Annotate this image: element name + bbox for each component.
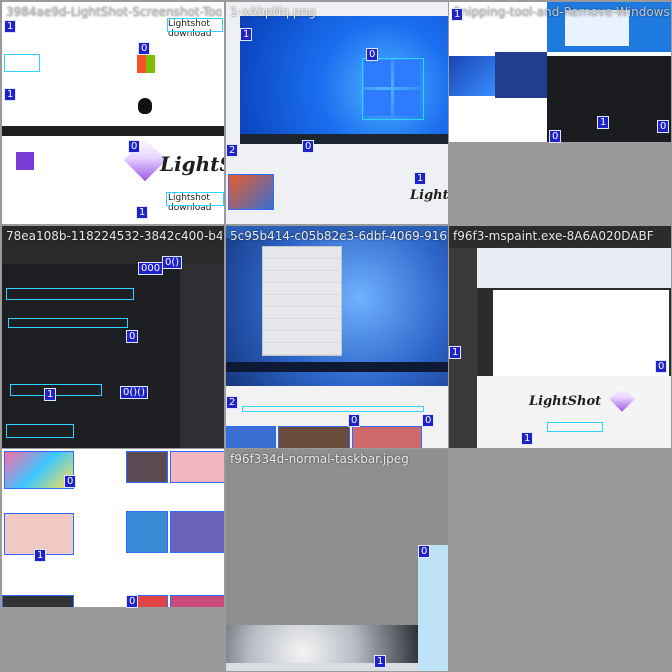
tile-title: Snipping-tool-and-Remove-Windows-1 — [453, 5, 669, 19]
thumbnail-image — [126, 511, 168, 553]
tile-context-menu: 5c95b414-c05b82e3-6dbf-4069-9160-4384 2 … — [226, 226, 448, 448]
bbox — [166, 192, 224, 206]
element-index-badge: 0 — [655, 360, 668, 373]
element-index-badge: 000 — [138, 262, 164, 275]
element-index-badge: 0 — [64, 475, 77, 488]
element-index-badge: 0 — [126, 330, 139, 343]
taskbar — [226, 663, 418, 671]
lightshot-brand: LightShot — [160, 152, 224, 176]
element-index-badge: 1 — [449, 346, 462, 359]
element-index-badge: 1 — [4, 20, 17, 33]
element-index-badge: 1 — [240, 28, 253, 41]
bbox — [362, 58, 424, 120]
bbox — [547, 422, 603, 432]
element-index-badge: 0 — [366, 48, 379, 61]
dark-app-window — [547, 56, 671, 142]
tile-title: 78ea108b-118224532-3842c400-b438-1 — [6, 229, 222, 243]
element-index-badge: 1 — [4, 88, 17, 101]
gray-area — [2, 607, 224, 671]
element-index-badge: 0 — [138, 42, 151, 55]
element-index-badge: 1 — [374, 655, 387, 668]
tile-lightshot: 3984ae9d-LightShot-Screenshot-Tool-Downl… — [2, 2, 224, 224]
bbox — [4, 54, 40, 72]
tile-title: f96f334d-normal-taskbar.jpeg — [230, 452, 409, 466]
tile-snipping-tool: Snipping-tool-and-Remove-Windows-1 1 0 1… — [449, 2, 671, 224]
element-index-badge: 0 — [657, 120, 670, 133]
tile-title: 5c95b414-c05b82e3-6dbf-4069-9160-4384 — [230, 229, 446, 243]
thumbnail-image — [126, 451, 168, 483]
thumbnail-image — [352, 426, 422, 448]
element-index-badge: 0 — [126, 595, 139, 608]
apple-logo-icon — [138, 98, 152, 114]
element-index-badge: 1 — [44, 388, 57, 401]
gray-area — [449, 142, 671, 224]
tile-empty — [449, 449, 671, 671]
canvas[interactable] — [493, 290, 669, 376]
element-index-badge: 0 — [302, 140, 315, 153]
context-menu[interactable] — [262, 246, 342, 356]
side-strip — [418, 545, 448, 671]
element-index-badge: 0 — [549, 130, 562, 143]
right-panel — [180, 264, 224, 448]
bbox — [6, 288, 134, 300]
windows-logo-icon — [136, 54, 156, 74]
element-index-badge: 1 — [597, 116, 610, 129]
settings-panel — [449, 56, 495, 96]
taskbar — [240, 134, 448, 144]
element-index-badge: 1 — [521, 432, 534, 445]
element-index-badge: 1 — [451, 8, 464, 21]
bbox — [6, 424, 74, 438]
bbox — [242, 406, 424, 412]
tile-title: 1-xAbpNq.png — [230, 5, 316, 19]
thumbnail-image — [170, 511, 224, 553]
element-index-badge: 0() — [162, 256, 183, 269]
tile-image-grid: 0 1 0 — [2, 449, 224, 671]
element-index-badge: 2 — [226, 144, 239, 157]
element-index-badge: 1 — [34, 549, 47, 562]
bbox — [8, 318, 128, 328]
canvas-bottom — [477, 376, 671, 448]
lightshot-brand: LightShot — [529, 394, 602, 409]
tile-taskbar: f96f334d-normal-taskbar.jpeg 1 0 — [226, 449, 448, 671]
tile-title: f96f3-mspaint.exe-8A6A020DABF — [453, 229, 654, 243]
taskbar — [226, 362, 448, 372]
element-index-badge: 0 — [348, 414, 361, 427]
purple-app-icon — [16, 152, 34, 170]
element-index-badge: 0 — [418, 545, 431, 558]
thumbnail-image — [170, 451, 224, 483]
ribbon — [477, 248, 671, 288]
element-index-badge: 0 — [422, 414, 435, 427]
thumbnail-image — [228, 174, 274, 210]
tile-title: 3984ae9d-LightShot-Screenshot-Tool-Downl… — [6, 5, 222, 19]
thumbnail-image — [226, 426, 276, 448]
element-index-badge: 1 — [136, 206, 149, 219]
sidebar-strip — [495, 52, 547, 98]
thumbnail-image — [278, 426, 350, 448]
element-index-badge: 0 — [128, 140, 141, 153]
element-index-badge: 2 — [226, 396, 239, 409]
tile-dark-ide: 78ea108b-118224532-3842c400-b438-1 000 0… — [2, 226, 224, 448]
element-index-badge: 0()() — [120, 386, 148, 399]
bbox — [167, 18, 223, 32]
lightshot-brand: Lightshot — [410, 188, 448, 203]
tile-mspaint: f96f3-mspaint.exe-8A6A020DABF LightShot … — [449, 226, 671, 448]
taskbar — [2, 126, 224, 136]
element-index-badge: 1 — [414, 172, 427, 185]
tile-windows-desktop: 1-xAbpNq.png Lightshot 0 1 0 1 2 — [226, 2, 448, 224]
